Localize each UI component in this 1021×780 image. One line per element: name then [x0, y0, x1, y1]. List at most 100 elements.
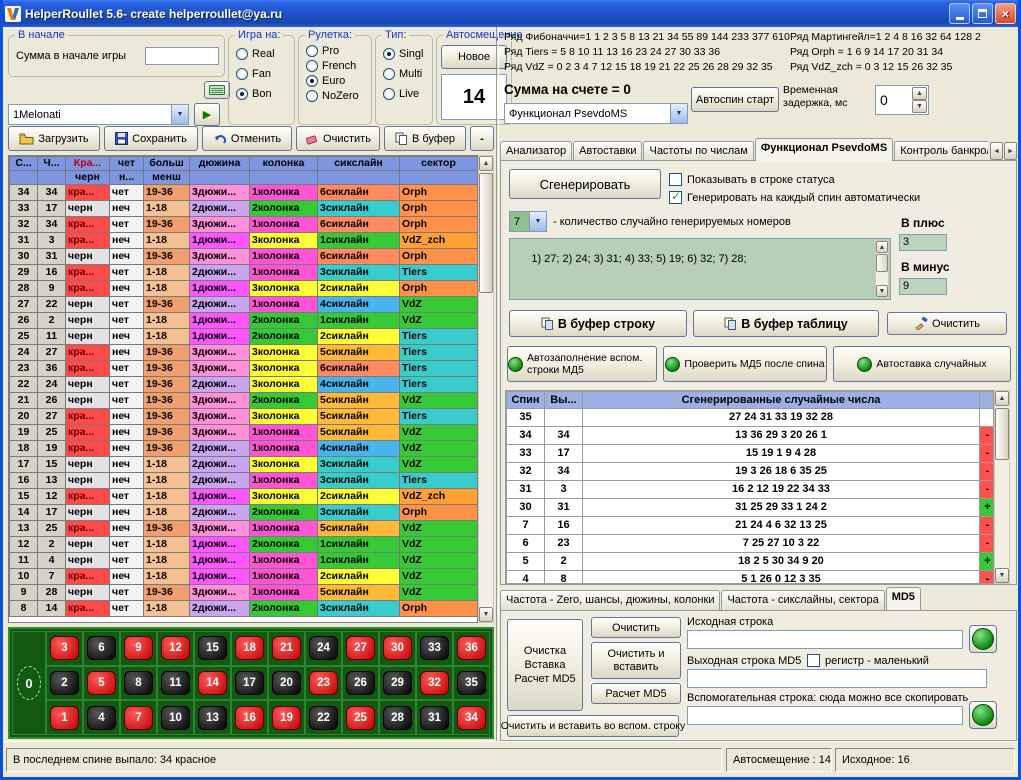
scroll-thumb[interactable] [479, 173, 493, 293]
board-cell-35[interactable]: 35 [453, 666, 490, 701]
count-combobox[interactable]: 7 ▼ [509, 211, 547, 232]
board-cell-16[interactable]: 16 [231, 700, 268, 735]
history-row[interactable]: 1512кра...чет1-181дюжи...3колонка2сиклай… [10, 489, 478, 505]
spin-row[interactable]: 485 1 26 0 12 3 35- [507, 571, 995, 585]
board-cell-9[interactable]: 9 [120, 631, 157, 666]
autobet-button[interactable]: Автоставка случайных [833, 346, 1011, 382]
board-cell-26[interactable]: 26 [342, 666, 379, 701]
board-cell-36[interactable]: 36 [453, 631, 490, 666]
history-row[interactable]: 1325кра...неч19-363дюжи...1колонка5сикла… [10, 521, 478, 537]
scroll-up-icon[interactable]: ▲ [479, 156, 493, 171]
clear-generated-button[interactable]: Очистить [887, 312, 1007, 335]
spinner-up-icon[interactable]: ▲ [912, 87, 927, 100]
board-cell-18[interactable]: 18 [231, 631, 268, 666]
board-cell-7[interactable]: 7 [120, 700, 157, 735]
history-row[interactable]: 1925кра...неч19-363дюжи...1колонка5сикла… [10, 425, 478, 441]
save-button[interactable]: Сохранить [104, 126, 198, 151]
checkbox-box-icon[interactable] [669, 191, 682, 204]
tab-частоты-по-числам[interactable]: Частоты по числам [643, 141, 753, 161]
radio-live[interactable]: Live [383, 88, 432, 100]
board-cell-0[interactable]: 0 [12, 631, 46, 735]
md5-aux-action-button[interactable] [969, 701, 997, 729]
md5-clear-button[interactable]: Очистить [591, 617, 681, 638]
scroll-thumb[interactable] [876, 254, 888, 272]
history-row[interactable]: 2126чернчет19-363дюжи...2колонка5сиклайн… [10, 393, 478, 409]
tab-автоставки[interactable]: Автоставки [573, 141, 642, 161]
board-cell-10[interactable]: 10 [157, 700, 194, 735]
md5-clear-paste-button[interactable]: Очистить и вставить [591, 642, 681, 679]
history-row[interactable]: 1417черннеч1-182дюжи...2колонка3сиклайнO… [10, 505, 478, 521]
md5-source-action-button[interactable] [969, 625, 997, 653]
history-row[interactable]: 2224чернчет19-362дюжи...3колонка4сиклайн… [10, 377, 478, 393]
board-cell-27[interactable]: 27 [342, 631, 379, 666]
autofill-md5-button[interactable]: Автозаполнение вспом. строки МД5 [507, 346, 657, 382]
minimize-button[interactable] [949, 3, 970, 24]
delay-spinner[interactable]: 0 ▲ ▼ [875, 85, 929, 115]
spin-row[interactable]: 343413 36 29 3 20 26 1- [507, 427, 995, 445]
history-row[interactable]: 122чернчет1-181дюжи...2колонка1сиклайнVd… [10, 537, 478, 553]
history-row[interactable]: 114чернчет1-181дюжи...1колонка1сиклайнVd… [10, 553, 478, 569]
load-button[interactable]: Загрузить [8, 126, 100, 151]
board-cell-19[interactable]: 19 [268, 700, 305, 735]
board-cell-29[interactable]: 29 [379, 666, 416, 701]
history-row[interactable]: 107кра...неч1-181дюжи...1колонка2сиклайн… [10, 569, 478, 585]
history-row[interactable]: 2916кра...чет1-182дюжи...1колонка3сиклай… [10, 265, 478, 281]
buffer-button[interactable]: В буфер [384, 126, 466, 151]
checkbox-box-icon[interactable] [669, 173, 682, 186]
radio-multi[interactable]: Multi [383, 68, 432, 80]
radio-euro[interactable]: Euro [306, 75, 371, 87]
history-row[interactable]: 1715черннеч1-182дюжи...3колонка3сиклайнV… [10, 457, 478, 473]
buffer-row-button[interactable]: В буфер строку [509, 310, 687, 337]
function-combobox[interactable]: Функционал PsevdoMS ▼ [504, 103, 688, 124]
board-cell-3[interactable]: 3 [46, 631, 83, 666]
board-cell-25[interactable]: 25 [342, 700, 379, 735]
radio-fan[interactable]: Fan [236, 68, 294, 80]
tab-контроль-банкролл[interactable]: Контроль банкролл [894, 141, 988, 161]
tab-анализатор[interactable]: Анализатор [500, 141, 572, 161]
start-sum-input[interactable] [145, 47, 219, 65]
board-cell-6[interactable]: 6 [83, 631, 120, 666]
history-row[interactable]: 2027кра...неч19-363дюжи...3колонка5сикла… [10, 409, 478, 425]
history-row[interactable]: 2722чернчет19-362дюжи...1колонка4сиклайн… [10, 297, 478, 313]
board-cell-33[interactable]: 33 [416, 631, 453, 666]
board-cell-8[interactable]: 8 [120, 666, 157, 701]
history-row[interactable]: 1613черннеч1-182дюжи...1колонка3сиклайнT… [10, 473, 478, 489]
md5-calc-button[interactable]: Расчет MD5 [591, 683, 681, 704]
checkbox-box-icon[interactable] [807, 654, 820, 667]
spin-row[interactable]: 5218 2 5 30 34 9 20+ [507, 553, 995, 571]
close-button[interactable]: × [995, 3, 1016, 24]
start-button[interactable]: ▶ [194, 103, 220, 126]
md5-source-input[interactable] [687, 630, 963, 649]
board-cell-4[interactable]: 4 [83, 700, 120, 735]
board-cell-23[interactable]: 23 [305, 666, 342, 701]
radio-real[interactable]: Real [236, 48, 294, 60]
history-row[interactable]: 814кра...чет1-182дюжи...2колонка3сиклайн… [10, 601, 478, 617]
undo-button[interactable]: Отменить [202, 126, 292, 151]
spinner-down-icon[interactable]: ▼ [912, 100, 927, 113]
board-cell-30[interactable]: 30 [379, 631, 416, 666]
board-cell-34[interactable]: 34 [453, 700, 490, 735]
history-row[interactable]: 3434кра...чет19-363дюжи...1колонка6сикла… [10, 185, 478, 201]
board-cell-12[interactable]: 12 [157, 631, 194, 666]
clear-button[interactable]: Очистить [296, 126, 380, 151]
scroll-up-icon[interactable]: ▲ [995, 391, 1009, 406]
spin-row[interactable]: 31316 2 12 19 22 34 33- [507, 481, 995, 499]
buffer-table-button[interactable]: В буфер таблицу [693, 310, 879, 337]
tab-md5[interactable]: MD5 [886, 587, 921, 610]
board-cell-14[interactable]: 14 [194, 666, 231, 701]
generated-scrollbar[interactable]: ▲ ▼ [875, 240, 889, 298]
history-row[interactable]: 3317черннеч1-182дюжи...2колонка3сиклайнO… [10, 201, 478, 217]
history-row[interactable]: 262чернчет1-181дюжи...2колонка1сиклайнVd… [10, 313, 478, 329]
board-cell-5[interactable]: 5 [83, 666, 120, 701]
tab-scroll-right-button[interactable]: ► [1004, 142, 1017, 160]
keyboard-button[interactable] [204, 81, 230, 99]
history-row[interactable]: 2427кра...неч19-363дюжи...3колонка5сикла… [10, 345, 478, 361]
board-cell-28[interactable]: 28 [379, 700, 416, 735]
history-row[interactable]: 3031черннеч19-363дюжи...1колонка6сиклайн… [10, 249, 478, 265]
tab-функционал-psevdoms[interactable]: Функционал PsevdoMS [755, 138, 893, 161]
title-bar[interactable]: HelperRoullet 5.6- create helperroullet@… [0, 0, 1021, 27]
spin-row[interactable]: 71621 24 4 6 32 13 25- [507, 517, 995, 535]
history-row[interactable]: 289кра...неч1-181дюжи...3колонка2сиклайн… [10, 281, 478, 297]
history-row[interactable]: 1819кра...неч19-362дюжи...1колонка4сикла… [10, 441, 478, 457]
tab-частота---zero,-шансы,-дюжины,-колонки[interactable]: Частота - Zero, шансы, дюжины, колонки [500, 590, 720, 610]
